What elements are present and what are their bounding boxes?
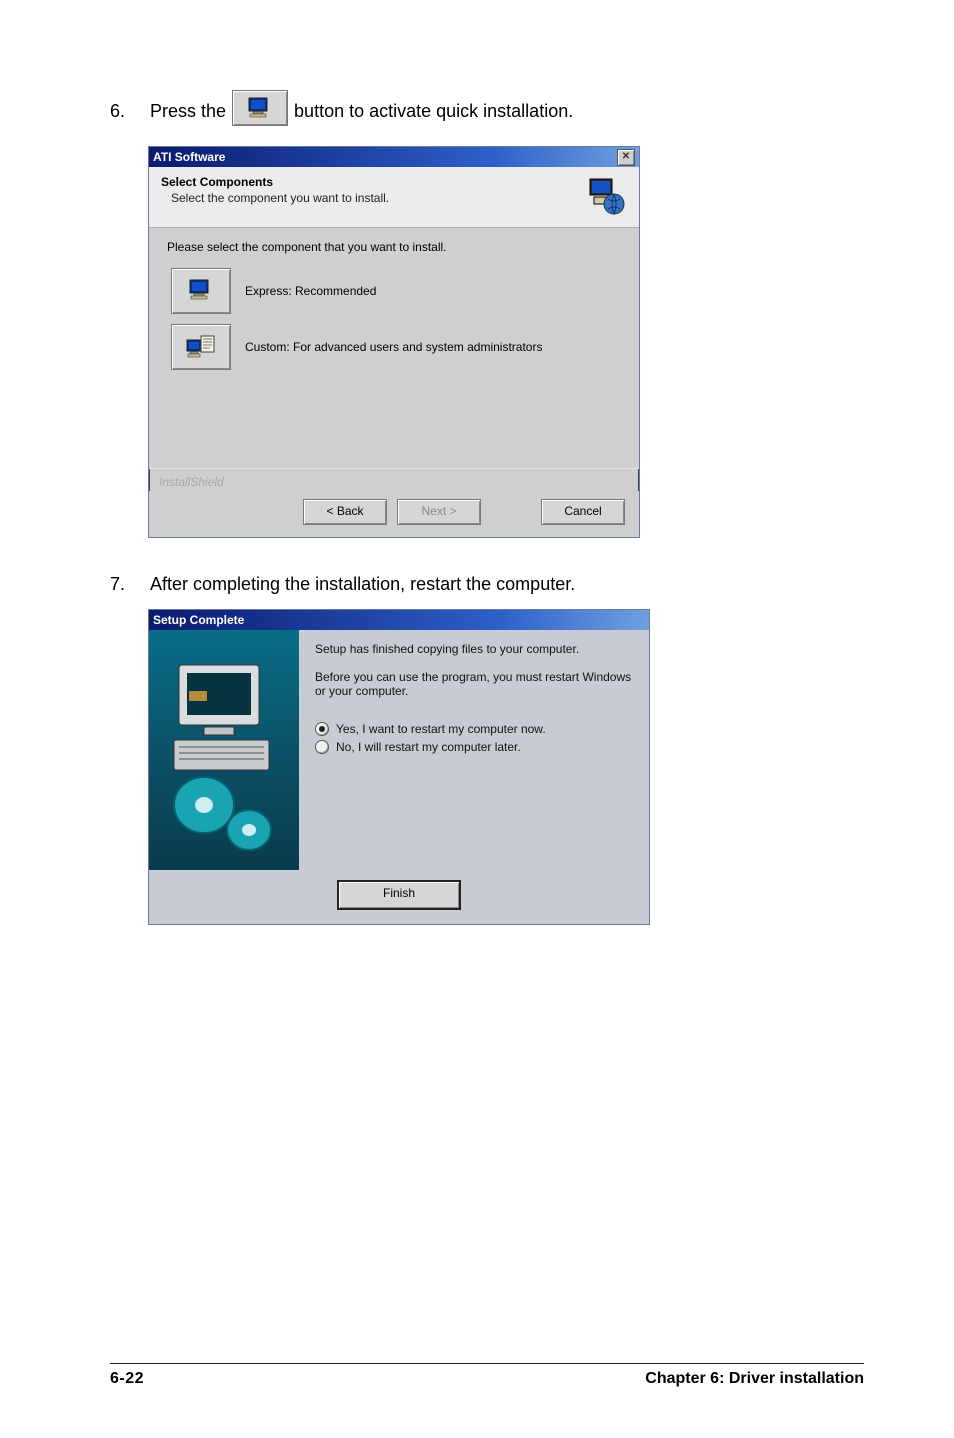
setup-button-row: Finish (149, 870, 649, 924)
setup-right-pane: Setup has finished copying files to your… (299, 630, 649, 870)
titlebar: Setup Complete (149, 610, 649, 630)
instruction-step-7: 7. After completing the installation, re… (110, 574, 864, 595)
titlebar: ATI Software ✕ (149, 147, 639, 167)
step-number-6: 6. (110, 101, 150, 122)
back-button[interactable]: < Back (303, 499, 387, 525)
footer-rule (110, 1363, 864, 1364)
express-label: Express: Recommended (245, 284, 376, 298)
close-icon[interactable]: ✕ (617, 149, 635, 166)
express-install-button-inline (232, 90, 288, 126)
step6-after: button to activate quick installation. (294, 101, 573, 122)
radio-restart-later-label: No, I will restart my computer later. (336, 740, 521, 754)
body-pane: Please select the component that you wan… (149, 228, 639, 468)
custom-label: Custom: For advanced users and system ad… (245, 340, 542, 354)
body-instruction: Please select the component that you wan… (167, 240, 621, 254)
radio-restart-later-row[interactable]: No, I will restart my computer later. (315, 740, 633, 754)
radio-restart-now-row[interactable]: Yes, I want to restart my computer now. (315, 722, 633, 736)
cancel-button[interactable]: Cancel (541, 499, 625, 525)
installshield-brand: InstallShield (149, 468, 639, 491)
radio-icon[interactable] (315, 722, 329, 736)
custom-install-button[interactable] (171, 324, 231, 370)
express-option-row: Express: Recommended (171, 268, 621, 314)
radio-restart-now-label: Yes, I want to restart my computer now. (336, 722, 546, 736)
computer-globe-icon (585, 175, 627, 217)
footer-page-number: 6-22 (110, 1370, 144, 1388)
finish-button[interactable]: Finish (337, 880, 461, 910)
page-subtitle: Select the component you want to install… (161, 191, 389, 205)
setup-complete-dialog: Setup Complete (148, 609, 650, 925)
custom-option-row: Custom: For advanced users and system ad… (171, 324, 621, 370)
step6-before: Press the (150, 101, 226, 122)
radio-icon[interactable] (315, 740, 329, 754)
express-install-button[interactable] (171, 268, 231, 314)
setup-graphic (149, 630, 299, 870)
monitor-list-icon (186, 334, 216, 360)
setup-body: Setup has finished copying files to your… (149, 630, 649, 870)
computer-cd-icon (159, 645, 289, 855)
window-title: ATI Software (153, 150, 225, 164)
dialog1-button-row: < Back Next > Cancel (149, 491, 639, 537)
instruction-step-6: 6. Press the button to activate quick in… (110, 90, 864, 132)
monitor-icon (187, 279, 215, 303)
footer-chapter: Chapter 6: Driver installation (645, 1370, 864, 1388)
window-title: Setup Complete (153, 613, 244, 627)
page-title: Select Components (161, 175, 389, 189)
next-button: Next > (397, 499, 481, 525)
step-number-7: 7. (110, 574, 150, 595)
setup-line1: Setup has finished copying files to your… (315, 642, 633, 656)
ati-software-dialog: ATI Software ✕ Select Components Select … (148, 146, 640, 538)
setup-line2: Before you can use the program, you must… (315, 670, 633, 698)
page-footer: 6-22 Chapter 6: Driver installation (110, 1363, 864, 1388)
header-pane: Select Components Select the component y… (149, 167, 639, 228)
step7-text: After completing the installation, resta… (150, 574, 575, 595)
